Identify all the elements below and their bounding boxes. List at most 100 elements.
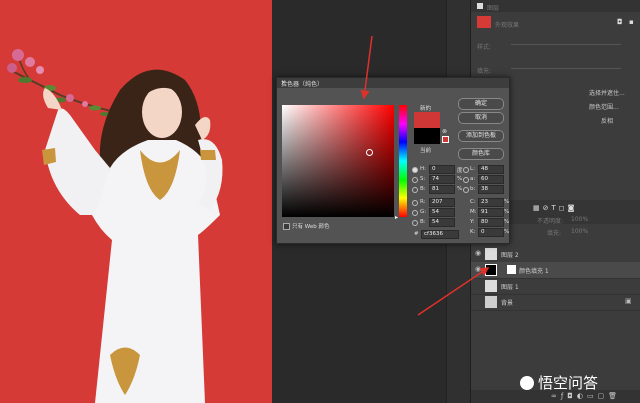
new-color-label: 新的 [420,106,432,112]
watermark-logo-icon [520,375,534,390]
l-field[interactable]: 48 [478,165,504,174]
hue-arrow-icon[interactable]: ▸ [395,214,398,221]
eye-icon[interactable]: ◉ [475,282,483,289]
s-unit: % [457,176,463,182]
radio-g[interactable] [412,210,418,216]
y-unit: % [504,219,510,225]
b-label: B: [420,186,426,192]
c-field[interactable]: 23 [478,198,504,207]
visibility-icon[interactable]: ◘ [617,18,623,26]
dialog-titlebar[interactable]: 拾色器（纯色） × [277,78,509,88]
g-field[interactable]: 54 [429,208,455,217]
current-color-label: 当前 [420,148,432,154]
eye-icon[interactable]: ◉ [475,266,483,273]
radio-h[interactable] [412,167,418,173]
mask-thumbnail [507,265,516,274]
opacity-row: 填充: [471,64,640,75]
s-field[interactable]: 74 [429,175,455,184]
blue-label: B: [420,219,426,225]
layer-row[interactable]: ◉ 背景 ▣ [471,294,640,311]
radio-s[interactable] [412,177,418,183]
eye-icon[interactable]: ◉ [475,298,483,305]
r-label: R: [420,199,426,205]
close-icon[interactable]: × [281,79,505,86]
a-field[interactable]: 60 [478,175,504,184]
layer-name: 图层 1 [501,284,519,291]
k-label: K: [470,229,476,235]
eye-icon[interactable]: ◉ [475,250,483,257]
document-canvas[interactable] [0,0,272,403]
b-unit: % [457,186,463,192]
fill-slider[interactable] [511,68,621,69]
side-button-2[interactable]: 颜色范围... [589,102,619,111]
lab-b-field[interactable]: 38 [478,185,504,194]
layers-opacity-value[interactable]: 100% [571,216,588,223]
fill-row[interactable]: 外观效果 ◘ ▪ [471,14,640,32]
layer-thumbnail [485,280,497,292]
h-field[interactable]: 0 [429,165,455,174]
model-figure [42,69,223,403]
fill-swatch[interactable] [477,16,491,28]
style-row: 样式: [471,40,640,51]
panel-icon [477,3,483,9]
flower-branch [7,49,116,116]
radio-a[interactable] [463,177,469,183]
radio-l[interactable] [463,167,469,173]
canvas-photo [7,49,223,403]
cancel-button[interactable]: 取消 [458,112,504,124]
radio-lab-b[interactable] [463,187,469,193]
fill-pct-label: 填充: [477,68,492,75]
y-label: Y: [470,219,475,225]
m-unit: % [504,209,510,215]
layers-footer-icons[interactable]: ∞ƒ◘◐▭▢🗑 [551,392,621,400]
add-to-swatches-button[interactable]: 添加到色板 [458,130,504,142]
blue-field[interactable]: 54 [429,218,455,227]
watermark: 悟空问答 [520,372,598,393]
layer-row[interactable]: ◉ 图层 2 [471,246,640,263]
style-slider[interactable] [511,44,621,45]
l-label: L: [470,166,475,172]
side-button-3[interactable]: 反相 [601,116,613,125]
k-unit: % [504,229,510,235]
layer-name: 颜色填充 1 [519,268,549,275]
color-libraries-button[interactable]: 颜色库 [458,148,504,160]
hex-label: # [414,231,419,237]
side-button-1[interactable]: 选择并遮住... [589,88,625,97]
hex-field[interactable]: cf3636 [421,230,459,239]
layers-fill-value[interactable]: 100% [571,228,588,235]
gamut-warning-icon[interactable]: ⊗ [442,128,447,135]
radio-b[interactable] [412,187,418,193]
b-field[interactable]: 81 [429,185,455,194]
k-field[interactable]: 0 [478,228,504,237]
panel-header: 图层 [471,0,640,12]
layer-filter-icons[interactable]: ▦⊘T◻◙ [533,204,577,212]
ok-button[interactable]: 确定 [458,98,504,110]
h-unit: 度 [457,168,463,174]
m-field[interactable]: 91 [478,208,504,217]
options-icon[interactable]: ▪ [629,18,634,26]
r-field[interactable]: 207 [429,198,455,207]
c-unit: % [504,199,510,205]
layers-fill-label: 填充: [547,230,562,237]
c-label: C: [470,199,476,205]
color-cursor[interactable] [366,149,373,156]
radio-r[interactable] [412,200,418,206]
color-picker-dialog: 拾色器（纯色） × ▸ 新的 当前 ⊗ 确定 取消 添加到色板 颜色库 H: 0… [276,77,510,244]
fill-layer-thumbnail [485,264,497,276]
fill-label: 外观效果 [495,22,520,29]
web-only-label: 只有 Web 颜色 [292,224,330,230]
m-label: M: [470,209,477,215]
layer-thumbnail [485,296,497,308]
y-field[interactable]: 80 [478,218,504,227]
color-field[interactable] [282,105,394,217]
current-color-swatch[interactable] [414,128,440,144]
layer-row-selected[interactable]: ◉ 颜色填充 1 [471,262,640,279]
s-label: S: [420,176,426,182]
web-safe-icon[interactable] [442,136,449,143]
layer-row[interactable]: ◉ 图层 1 [471,278,640,295]
hue-slider[interactable] [399,105,407,217]
lock-icon: ▣ [625,297,632,305]
a-label: a: [470,176,476,182]
radio-blue[interactable] [412,220,418,226]
web-only-checkbox[interactable] [283,223,290,230]
